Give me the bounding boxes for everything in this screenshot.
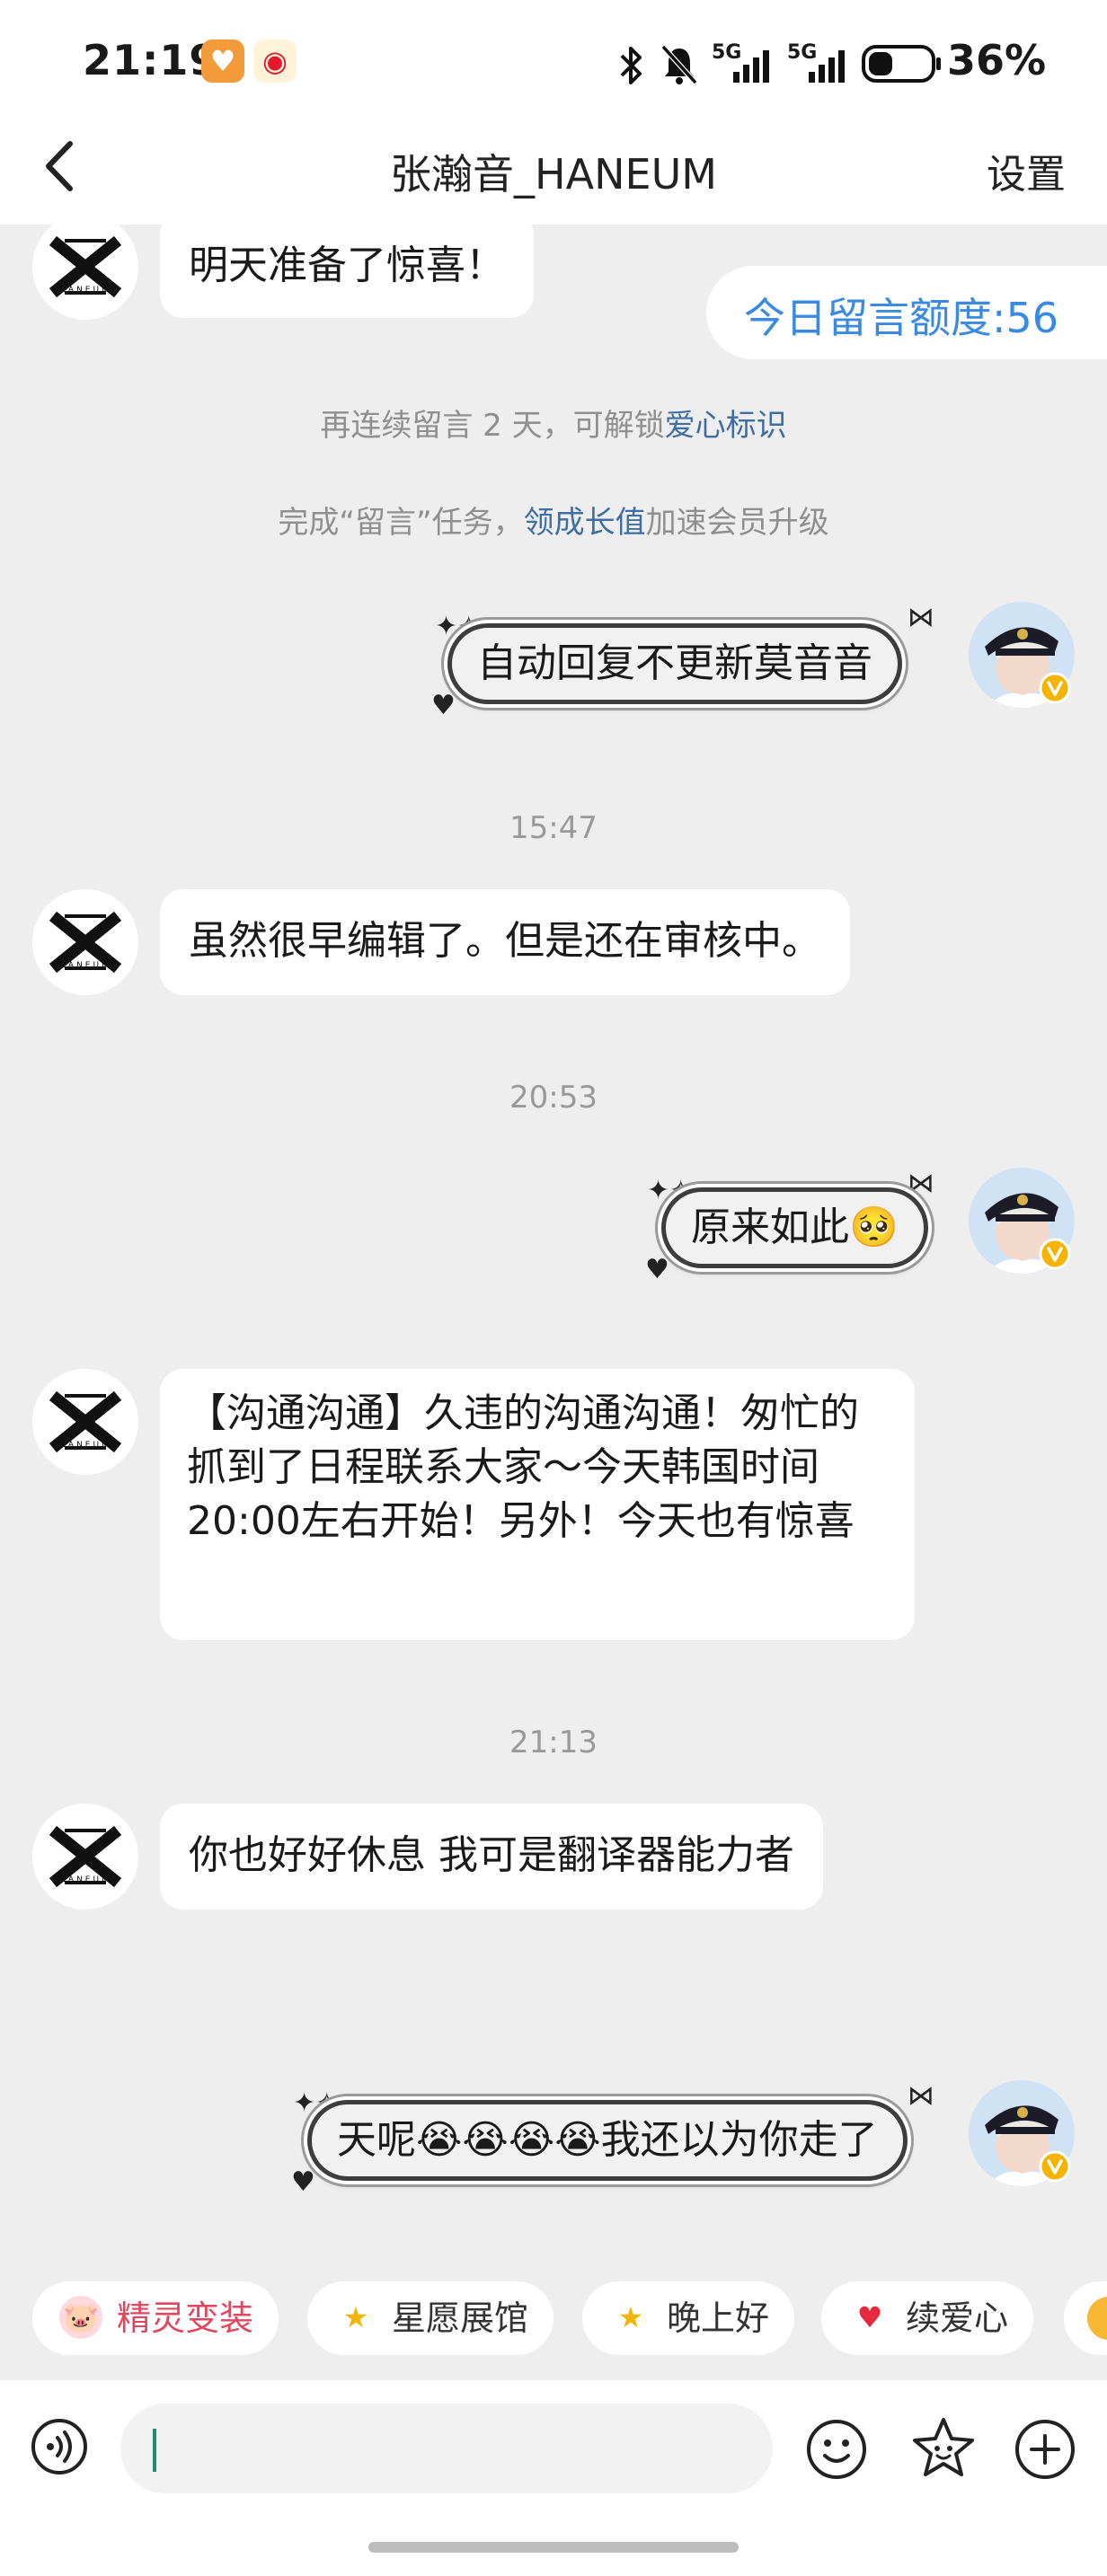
chip-renew-heart[interactable]: ♥ 续爱心	[821, 2281, 1034, 2355]
message-quota-text: 今日留言额度:56	[744, 294, 1059, 342]
avatar-logo-text: HANEUM	[59, 961, 111, 970]
growth-value-link[interactable]: 领成长值	[524, 505, 646, 541]
timestamp: 20:53	[509, 1080, 598, 1116]
avatar-logo-text: HANEUM	[59, 1441, 111, 1450]
settings-button[interactable]: 设置	[987, 142, 1066, 199]
heart-decoration: ♥	[431, 690, 456, 721]
emoji-face-icon	[1087, 2297, 1107, 2340]
haneum-logo-icon	[49, 911, 122, 974]
haneum-logo-icon	[49, 235, 122, 298]
heart-decoration: ♥	[291, 2166, 315, 2198]
message-bubble-incoming: 虽然很早编辑了。但是还在审核中。	[160, 889, 850, 995]
message-bubble-outgoing: 天呢😭😭😭😭我还以为你走了	[307, 2100, 908, 2181]
status-time: 21:19	[83, 36, 219, 84]
chip-label: 星愿展馆	[392, 2298, 529, 2338]
weibo-icon: ◉	[253, 40, 297, 83]
chat-title: 张瀚音_HANEUM	[390, 150, 717, 198]
timestamp: 21:13	[509, 1725, 598, 1760]
sender-avatar[interactable]	[32, 1369, 138, 1475]
message-text: 明天准备了惊喜！	[189, 243, 505, 288]
star-icon: ★	[342, 2299, 369, 2334]
pleading-emoji: 🥺	[849, 1204, 899, 1250]
bow-decoration: ⋈	[908, 2080, 934, 2112]
verified-badge-icon	[1039, 672, 1071, 704]
task-notice-text: 完成“留言”任务，	[278, 505, 524, 541]
message-text: 原来如此	[691, 1204, 849, 1250]
chip-good-evening[interactable]: ★ 晚上好	[582, 2281, 795, 2355]
message-text: 我还以为你走了	[600, 2117, 878, 2163]
chip-label: 精灵变装	[117, 2298, 254, 2338]
streak-notice: 再连续留言 2 天，可解锁爱心标识	[0, 401, 1107, 445]
haneum-logo-icon	[49, 1390, 122, 1453]
task-notice: 完成“留言”任务，领成长值加速会员升级	[0, 498, 1107, 542]
message-bubble-incoming: 你也好好休息 我可是翻译器能力者	[160, 1804, 823, 1910]
chip-wish-gallery[interactable]: ★ 星愿展馆	[307, 2281, 554, 2355]
chip-label: 晚上好	[667, 2298, 770, 2338]
chip-overflow[interactable]	[1064, 2281, 1107, 2355]
crying-emoji: 😭😭😭😭	[416, 2117, 601, 2163]
message-bubble-outgoing: 自动回复不更新莫音音	[447, 623, 902, 704]
message-text: 你也好好休息 我可是翻译器能力者	[189, 1832, 794, 1878]
sender-avatar[interactable]	[32, 214, 138, 320]
verified-badge-icon	[1039, 2150, 1071, 2183]
avatar-logo-text: HANEUM	[59, 286, 111, 295]
message-bubble-incoming: 明天准备了惊喜！	[160, 212, 534, 318]
sender-avatar[interactable]	[32, 1804, 138, 1910]
message-text: 【沟通沟通】久违的沟通沟通！匆忙的抓到了日程联系大家～今天韩国时间20:00左右…	[187, 1390, 859, 1544]
heart-decoration: ♥	[645, 1254, 669, 1285]
app-notification-icon: ♥	[201, 40, 244, 83]
bluetooth-icon	[620, 47, 642, 84]
signal-icon	[733, 50, 769, 83]
chip-label: 续爱心	[906, 2298, 1009, 2338]
bow-decoration: ⋈	[908, 602, 934, 633]
message-text: 天呢	[337, 2117, 416, 2163]
plus-icon[interactable]	[1014, 2418, 1076, 2481]
chip-sprite-costume[interactable]: 🐷 精灵变装	[32, 2281, 279, 2355]
timestamp: 15:47	[509, 810, 598, 846]
signal-icon	[809, 50, 845, 83]
battery-icon	[862, 45, 941, 83]
message-text: 虽然很早编辑了。但是还在审核中。	[189, 918, 821, 964]
streak-notice-text: 再连续留言 2 天，可解锁	[320, 408, 665, 444]
heart-badge-link[interactable]: 爱心标识	[665, 408, 787, 444]
message-bubble-outgoing: 原来如此🥺	[661, 1187, 928, 1268]
mute-bell-icon	[660, 44, 698, 85]
heart-icon: ♥	[856, 2299, 883, 2334]
text-caret	[153, 2429, 156, 2472]
haneum-logo-icon	[49, 1825, 122, 1888]
verified-badge-icon	[1039, 1238, 1071, 1270]
message-text: 自动回复不更新莫音音	[477, 640, 872, 686]
home-indicator	[368, 2542, 739, 2553]
pig-face-icon: 🐷	[59, 2295, 102, 2339]
battery-percentage: 36%	[947, 36, 1047, 84]
sticker-star-icon[interactable]	[909, 2414, 978, 2483]
voice-input-icon[interactable]	[31, 2418, 88, 2475]
task-notice-suffix: 加速会员升级	[645, 505, 829, 541]
avatar-logo-text: HANEUM	[59, 1875, 111, 1884]
emoji-icon[interactable]	[805, 2418, 868, 2481]
star-face-icon: ★	[617, 2299, 644, 2334]
message-input[interactable]	[120, 2404, 773, 2493]
message-bubble-incoming: 【沟通沟通】久违的沟通沟通！匆忙的抓到了日程联系大家～今天韩国时间20:00左右…	[160, 1369, 915, 1640]
sender-avatar[interactable]	[32, 889, 138, 995]
